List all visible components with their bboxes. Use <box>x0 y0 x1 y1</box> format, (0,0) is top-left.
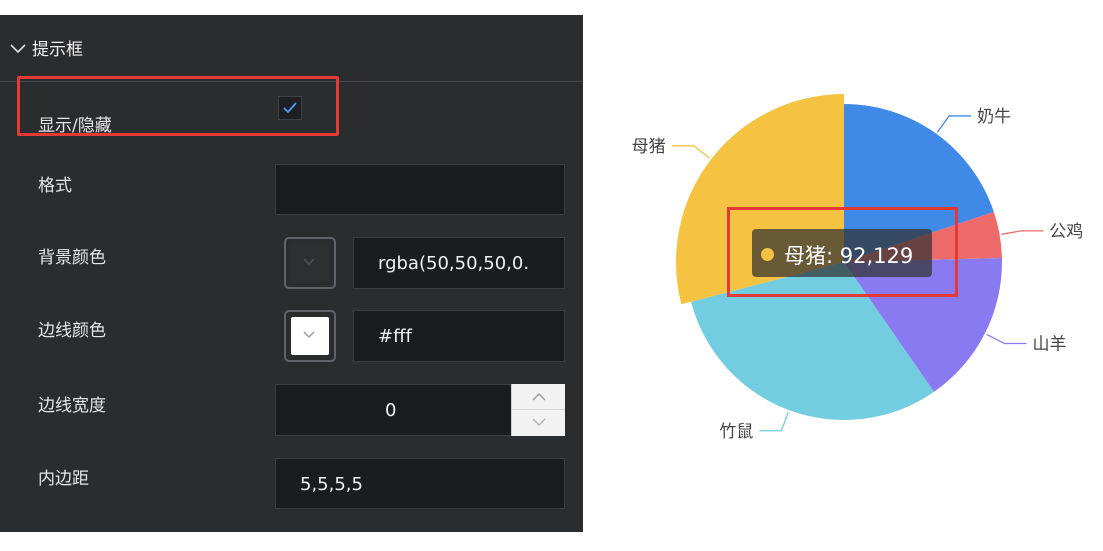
chevron-down-icon[interactable] <box>10 43 26 55</box>
slice-label-4: 母猪 <box>632 137 666 157</box>
border-color-swatch[interactable] <box>284 310 336 362</box>
border-width-label: 边线宽度 <box>38 396 106 416</box>
tooltip-highlight-box <box>727 207 958 297</box>
border-width-stepper[interactable] <box>511 384 565 436</box>
format-label: 格式 <box>38 176 72 196</box>
slice-label-2: 山羊 <box>1032 335 1066 355</box>
section-title: 提示框 <box>32 40 83 60</box>
section-header[interactable]: 提示框 <box>0 15 583 82</box>
slice-label-0: 奶牛 <box>977 107 1011 127</box>
border-color-input[interactable]: #fff <box>353 310 565 362</box>
visibility-checkbox[interactable] <box>278 96 302 120</box>
label-line-0 <box>936 115 972 133</box>
format-input[interactable] <box>275 164 565 215</box>
label-line-2 <box>986 333 1027 345</box>
bg-color-swatch[interactable] <box>284 237 336 289</box>
bg-color-input[interactable]: rgba(50,50,50,0. <box>353 237 565 289</box>
border-color-label: 边线颜色 <box>38 321 106 341</box>
border-width-value: 0 <box>385 400 397 421</box>
padding-label: 内边距 <box>38 469 89 489</box>
checkmark-icon <box>283 102 297 114</box>
padding-input[interactable]: 5,5,5,5 <box>275 458 565 509</box>
bg-color-label: 背景颜色 <box>38 248 106 268</box>
stepper-down-button[interactable] <box>512 410 565 436</box>
stepper-up-button[interactable] <box>512 384 565 410</box>
chevron-down-icon <box>303 331 315 338</box>
slice-label-3: 竹鼠 <box>719 422 753 442</box>
chevron-up-icon <box>532 393 546 401</box>
chevron-down-icon <box>303 258 315 265</box>
label-line-3 <box>759 411 789 432</box>
border-width-input[interactable]: 0 <box>275 384 512 436</box>
padding-value: 5,5,5,5 <box>300 474 363 495</box>
border-color-value: #fff <box>378 326 412 347</box>
label-line-4 <box>671 145 710 159</box>
chevron-down-icon <box>532 418 546 426</box>
slice-label-1: 公鸡 <box>1049 222 1083 242</box>
label-line-1 <box>1001 230 1044 235</box>
bg-color-value: rgba(50,50,50,0. <box>378 253 530 274</box>
visibility-label: 显示/隐藏 <box>38 116 112 136</box>
